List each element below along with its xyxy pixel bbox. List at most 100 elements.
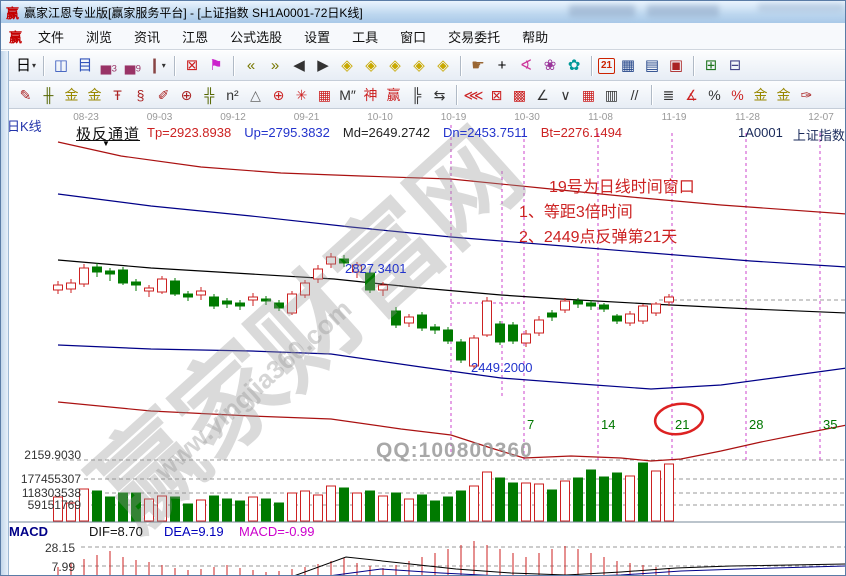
chart-3min-icon[interactable]: ▄₃ — [98, 55, 120, 77]
gold-line-icon[interactable]: 金 — [773, 85, 794, 105]
candle-body — [132, 282, 141, 285]
macd-label[interactable]: MACD — [9, 524, 48, 539]
angle-line-icon[interactable]: ∠ — [532, 85, 553, 105]
shen-tool-icon[interactable]: 神 — [360, 85, 381, 105]
column-grid-icon[interactable]: ▥ — [601, 85, 622, 105]
zoom-area-icon[interactable]: ◫ — [50, 55, 72, 77]
menu-item-交易委托[interactable]: 交易委托 — [437, 24, 511, 49]
gann-diamond-left-icon[interactable]: ◈ — [336, 55, 358, 77]
fan-lines-icon[interactable]: ⋘ — [463, 85, 484, 105]
calendar-21-icon[interactable]: 21 — [598, 58, 615, 74]
menu-item-帮助[interactable]: 帮助 — [511, 24, 559, 49]
chevron-down-icon[interactable]: ▾ — [162, 62, 166, 70]
volume-bar — [340, 488, 349, 521]
price-grid-icon[interactable]: ▦ — [578, 85, 599, 105]
next-period-icon[interactable]: ▶ — [312, 55, 334, 77]
gann-diamond-out-icon[interactable]: ◈ — [432, 55, 454, 77]
candle-style-icon[interactable]: ❙▾ — [146, 55, 168, 77]
menu-item-公式选股[interactable]: 公式选股 — [219, 24, 293, 49]
macd-status-row: MACD DIF=8.70 DEA=9.19 MACD=-0.99 — [1, 524, 846, 539]
redacted-text-blur — [647, 5, 719, 17]
levels-icon[interactable]: ≣ — [658, 85, 679, 105]
brush-icon[interactable]: ✐ — [153, 85, 174, 105]
menu-item-窗口[interactable]: 窗口 — [389, 24, 437, 49]
marker-pen-icon[interactable]: ✑ — [796, 85, 817, 105]
time-window-number: 7 — [527, 417, 534, 432]
period-day-button[interactable]: 日▾ — [15, 55, 37, 77]
gold-circle-icon[interactable]: 金 — [750, 85, 771, 105]
analysis-annotation: 19号为日线时间窗口1、等距3倍时间2、2449点反弹第21天 — [519, 175, 695, 250]
gann-box-icon[interactable]: ⊠ — [486, 85, 507, 105]
gann-diamond-right-icon[interactable]: ◈ — [360, 55, 382, 77]
ruler-lines-icon[interactable]: ╬ — [199, 85, 220, 105]
n-square-icon[interactable]: n² — [222, 85, 243, 105]
percent-icon[interactable]: % — [704, 85, 725, 105]
volume-bar — [327, 486, 336, 521]
menu-item-工具[interactable]: 工具 — [341, 24, 389, 49]
save-icon[interactable]: ▣ — [665, 55, 687, 77]
annotation-line: 2、2449点反弹第21天 — [519, 225, 695, 250]
time-cycle-icon[interactable]: ╠ — [406, 85, 427, 105]
first-page-icon[interactable]: « — [240, 55, 262, 77]
chart-9min-icon[interactable]: ▄₉ — [122, 55, 144, 77]
remote-pc-icon[interactable]: ⊟ — [724, 55, 746, 77]
date-tick: 09-03 — [147, 112, 173, 123]
candle-body — [652, 304, 661, 313]
toolbar-separator — [460, 56, 461, 76]
menu-item-浏览[interactable]: 浏览 — [75, 24, 123, 49]
toolbar-separator — [651, 85, 652, 105]
network-share-icon[interactable]: ⊞ — [700, 55, 722, 77]
last-page-icon[interactable]: » — [264, 55, 286, 77]
date-tick: 12-07 — [808, 112, 834, 123]
angle-tool-icon[interactable]: ∢ — [515, 55, 537, 77]
candle-body — [574, 301, 583, 304]
candle-body — [444, 330, 453, 341]
menu-item-资讯[interactable]: 资讯 — [123, 24, 171, 49]
candle-body — [496, 324, 505, 342]
candle-body — [626, 314, 635, 323]
gann-circle-icon[interactable]: ⊕ — [176, 85, 197, 105]
parallel-lines-icon[interactable]: // — [624, 85, 645, 105]
info-list-icon[interactable]: 目 — [74, 55, 96, 77]
gold-section-icon[interactable]: 金 — [84, 85, 105, 105]
menu-item-文件[interactable]: 文件 — [27, 24, 75, 49]
grid-lines-icon[interactable]: ╫ — [38, 85, 59, 105]
v-line-icon[interactable]: ∨ — [555, 85, 576, 105]
spider-web-icon[interactable]: ✳ — [291, 85, 312, 105]
hand-tool-icon[interactable]: ☛ — [467, 55, 489, 77]
volume-bar — [613, 473, 622, 521]
crosshair-tool-icon[interactable]: + — [491, 55, 513, 77]
m-wave-icon[interactable]: M″ — [337, 85, 358, 105]
prev-period-icon[interactable]: ◀ — [288, 55, 310, 77]
gold-ratio-icon[interactable]: 金 — [61, 85, 82, 105]
spiral-icon[interactable]: § — [130, 85, 151, 105]
channel-param: Dn=2453.7511 — [443, 125, 528, 140]
percent-line-icon[interactable]: % — [727, 85, 748, 105]
pencil-tool-icon[interactable]: ✎ — [15, 85, 36, 105]
color-signal-icon[interactable]: ⚑ — [205, 55, 227, 77]
triangle-icon[interactable]: △ — [245, 85, 266, 105]
target-circle-icon[interactable]: ⊕ — [268, 85, 289, 105]
menu-item-江恩[interactable]: 江恩 — [171, 24, 219, 49]
chevron-down-icon[interactable]: ▾ — [32, 62, 36, 70]
calculator-icon[interactable]: ▦ — [617, 55, 639, 77]
candle-body — [93, 267, 102, 272]
menu-item-设置[interactable]: 设置 — [293, 24, 341, 49]
toolbar-drawing-tools: ✎╫金金Ŧ§✐⊕╬n²△⊕✳▦M″神赢╠⇆⋘⊠▩∠∨▦▥//≣∡%%金金✑ — [1, 81, 846, 109]
percent-angle-icon[interactable]: ∡ — [681, 85, 702, 105]
ying-tool-icon[interactable]: 赢 — [383, 85, 404, 105]
volume-bar — [535, 484, 544, 521]
fibonacci-icon[interactable]: Ŧ — [107, 85, 128, 105]
wave-tool-icon[interactable]: ✿ — [563, 55, 585, 77]
notepad-icon[interactable]: ▤ — [641, 55, 663, 77]
gann-flower-icon[interactable]: ❀ — [539, 55, 561, 77]
chevron-down-icon[interactable]: ▼ — [102, 139, 110, 148]
square-grid-icon[interactable]: ▦ — [314, 85, 335, 105]
volume-bar — [223, 499, 232, 521]
kline-pattern-icon[interactable]: ⊠ — [181, 55, 203, 77]
symbol-label: 1A0001 上证指数 — [738, 125, 845, 144]
gann-diamond-in-icon[interactable]: ◈ — [408, 55, 430, 77]
shaded-box-icon[interactable]: ▩ — [509, 85, 530, 105]
gann-diamond-both-icon[interactable]: ◈ — [384, 55, 406, 77]
redacted-text-blur — [758, 3, 844, 12]
